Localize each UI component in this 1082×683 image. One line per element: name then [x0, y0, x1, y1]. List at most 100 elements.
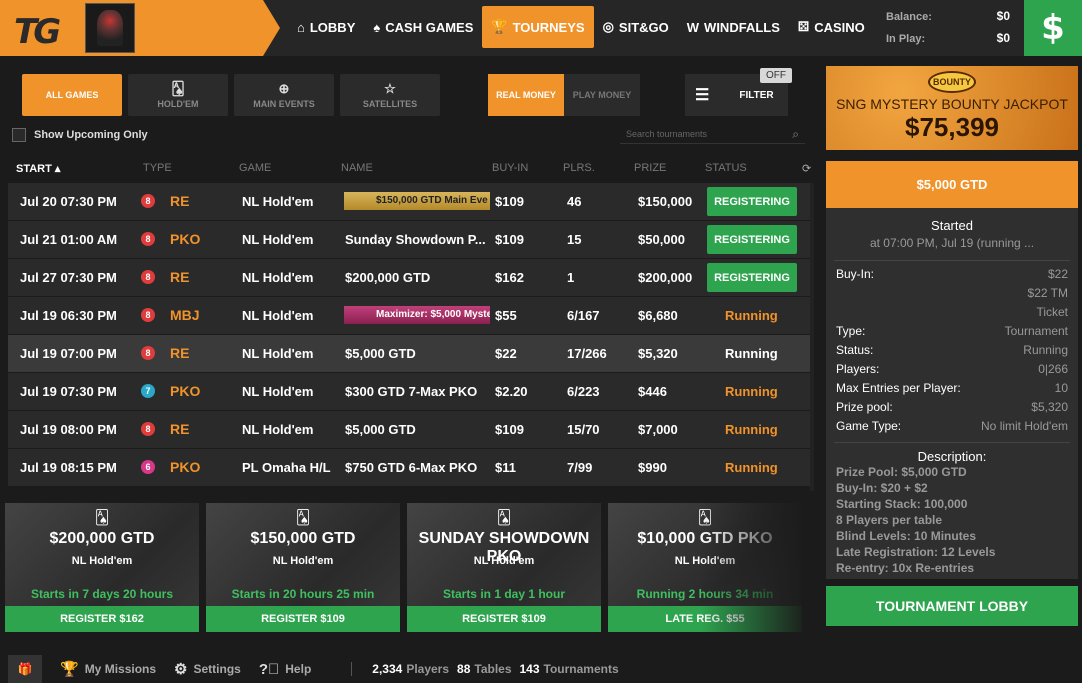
register-button[interactable]: REGISTERING	[707, 263, 797, 292]
register-button[interactable]: REGISTERING	[707, 225, 797, 254]
refresh-icon[interactable]: ⟳	[802, 162, 811, 175]
play-money-tab[interactable]: PLAY MONEY	[564, 74, 640, 116]
table-row[interactable]: Jul 27 07:30 PM 8 RE NL Hold'em $200,000 GTD…	[8, 259, 810, 296]
nav-sit-go[interactable]: ◎ SIT&GO	[594, 6, 678, 48]
cell-prize: $6,680	[638, 308, 678, 323]
tournament-table-header: START ▴ TYPE GAME NAME BUY-IN PLRS. PRIZ…	[8, 158, 813, 178]
balance-value: $0	[996, 9, 1010, 23]
search-input[interactable]: Search tournaments ⌕	[620, 126, 805, 144]
filter-satellites[interactable]: ☆ SATELLITES	[340, 74, 440, 116]
card-register-button[interactable]: REGISTER $109	[206, 606, 400, 632]
cards-icon: 🂡	[295, 509, 311, 525]
real-money-tab[interactable]: REAL MONEY	[488, 74, 564, 116]
cell-buyin: $109	[495, 194, 524, 209]
detail-value: 0|266	[1038, 362, 1068, 376]
cell-start: Jul 19 08:00 PM	[20, 422, 117, 437]
details-state: Started	[931, 218, 973, 233]
detail-value: Running	[1023, 343, 1068, 357]
filter-state-badge: OFF	[760, 68, 792, 83]
cell-buyin: $2.20	[495, 384, 528, 399]
top-bar: TG ⌂ LOBBY ♠ CASH GAMES 🏆 TOURNEYS ◎ SIT&GO W WIN…	[0, 0, 1082, 56]
show-upcoming-toggle[interactable]: Show Upcoming Only	[12, 128, 148, 142]
status-text: Running	[725, 346, 778, 361]
table-row[interactable]: Jul 19 07:30 PM 7 PKO NL Hold'em $300 GTD 7-…	[8, 373, 810, 410]
tournament-list: Jul 20 07:30 PM 8 RE NL Hold'em $150,000 GTD…	[8, 183, 810, 491]
detail-key: Prize pool:	[836, 400, 893, 414]
col-buyin[interactable]: BUY-IN	[492, 162, 528, 174]
cell-type: RE	[170, 345, 190, 361]
settings-link[interactable]: ⚙ Settings	[174, 660, 241, 678]
card-game: NL Hold'em	[71, 555, 133, 567]
cell-players: 15/70	[567, 422, 600, 437]
filter-label: MAIN EVENTS	[253, 99, 315, 109]
nav-cash-games[interactable]: ♠ CASH GAMES	[364, 6, 482, 48]
upcoming-checkbox[interactable]	[12, 128, 26, 142]
status-text: Running	[725, 384, 778, 399]
gear-icon: ⚙	[174, 661, 188, 678]
cell-game: NL Hold'em	[242, 384, 314, 399]
nav-label: SIT&GO	[618, 19, 669, 35]
nav-tourneys[interactable]: 🏆 TOURNEYS	[482, 6, 594, 48]
table-row[interactable]: Jul 21 01:00 AM 8 PKO NL Hold'em Sunday Show…	[8, 221, 810, 258]
avatar[interactable]	[85, 3, 135, 53]
tables-label: Tables	[474, 662, 512, 676]
card-register-button[interactable]: REGISTER $162	[5, 606, 199, 632]
sliders-icon: ☰	[695, 87, 710, 104]
missions-link[interactable]: 🏆 My Missions	[60, 660, 156, 678]
col-game[interactable]: GAME	[239, 162, 271, 174]
gift-icon[interactable]: 🎁	[8, 655, 42, 683]
details-time: at 07:00 PM, Jul 19 (running ...	[869, 236, 1035, 250]
nav-label: WINDFALLS	[704, 19, 780, 35]
register-button[interactable]: REGISTERING	[707, 187, 797, 216]
search-icon: ⌕	[792, 127, 799, 141]
col-name[interactable]: NAME	[341, 162, 373, 174]
table-row[interactable]: Jul 20 07:30 PM 8 RE NL Hold'em $150,000 GTD…	[8, 183, 810, 220]
help-link[interactable]: ?⃝ Help	[259, 661, 311, 678]
filter-label: ALL GAMES	[45, 90, 99, 100]
site-logo[interactable]: TG	[14, 12, 61, 52]
seats-badge: 8	[141, 270, 155, 284]
filter-all-games[interactable]: ALL GAMES	[22, 74, 122, 116]
nav-label: TOURNEYS	[512, 19, 585, 35]
nav-lobby[interactable]: ⌂ LOBBY	[288, 6, 364, 48]
cash-games-icon: ♠	[373, 19, 381, 35]
table-row[interactable]: Jul 19 06:30 PM 8 MBJ NL Hold'em Maximizer: …	[8, 297, 810, 334]
nav-windfalls[interactable]: W WINDFALLS	[678, 6, 789, 48]
table-row[interactable]: Jul 19 07:00 PM 8 RE NL Hold'em $5,000 GTD $2…	[8, 335, 810, 372]
table-row[interactable]: Jul 19 08:00 PM 8 RE NL Hold'em $5,000 GTD $1…	[8, 411, 810, 448]
filter-hold-em[interactable]: 🂡 HOLD'EM	[128, 74, 228, 116]
featured-card[interactable]: 🂡 $200,000 GTD NL Hold'em Starts in 7 days …	[5, 503, 199, 632]
description-lines: Prize Pool: $5,000 GTD Buy-In: $20 + $2 St…	[826, 465, 1078, 576]
list-scrollbar[interactable]	[810, 183, 814, 491]
featured-card[interactable]: 🂡 SUNDAY SHOWDOWN PKO NL Hold'em Starts in …	[407, 503, 601, 632]
cashier-button[interactable]: $	[1024, 0, 1082, 56]
trophy-icon: 🏆	[60, 661, 79, 678]
tournament-lobby-button[interactable]: TOURNAMENT LOBBY	[826, 586, 1078, 626]
cell-players: 15	[567, 232, 582, 247]
col-type[interactable]: TYPE	[143, 162, 172, 174]
players-label: Players	[406, 662, 450, 676]
col-start[interactable]: START ▴	[16, 162, 60, 175]
col-players[interactable]: PLRS.	[563, 162, 595, 174]
cell-prize: $50,000	[638, 232, 685, 247]
featured-card[interactable]: 🂡 $150,000 GTD NL Hold'em Starts in 20 hour…	[206, 503, 400, 632]
upcoming-label: Show Upcoming Only	[34, 129, 148, 141]
divider	[834, 442, 1070, 443]
card-register-button[interactable]: REGISTER $109	[407, 606, 601, 632]
cell-buyin: $109	[495, 422, 524, 437]
nav-casino[interactable]: ⚄ CASINO	[789, 6, 874, 48]
col-prize[interactable]: PRIZE	[634, 162, 666, 174]
cell-players: 6/167	[567, 308, 600, 323]
card-start: Starts in 7 days 20 hours	[30, 587, 174, 601]
seats-badge: 8	[141, 194, 155, 208]
home-icon: ⌂	[297, 19, 305, 35]
cell-start: Jul 19 08:15 PM	[20, 460, 117, 475]
filter-main-events[interactable]: ⊕ MAIN EVENTS	[234, 74, 334, 116]
table-row[interactable]: Jul 19 08:15 PM 6 PKO PL Omaha H/L $750 GTD …	[8, 449, 810, 486]
card-title: $150,000 GTD	[250, 530, 356, 547]
status-text: Running	[725, 460, 778, 475]
players-count: 2,334	[372, 662, 403, 676]
jackpot-banner[interactable]: BOUNTY SNG MYSTERY BOUNTY JACKPOT $75,39…	[826, 66, 1078, 150]
col-status[interactable]: STATUS	[705, 162, 747, 174]
detail-key: Max Entries per Player:	[836, 381, 961, 395]
